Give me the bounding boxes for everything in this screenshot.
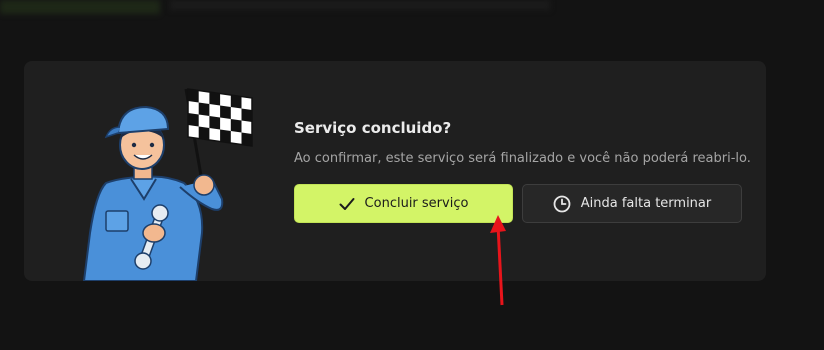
background-blur-element	[170, 0, 550, 10]
confirmation-dialog: Serviço concluido? Ao confirmar, este se…	[24, 61, 766, 281]
checkered-flag-icon	[187, 88, 253, 147]
confirm-service-label: Concluir serviço	[364, 196, 469, 211]
annotation-arrow-icon	[490, 215, 506, 306]
not-finished-button[interactable]: Ainda falta terminar	[522, 184, 742, 223]
background-blur-element	[0, 0, 160, 14]
dialog-description: Ao confirmar, este serviço será finaliza…	[294, 151, 751, 166]
not-finished-label: Ainda falta terminar	[580, 196, 712, 211]
mechanic-illustration	[82, 88, 253, 281]
clock-icon	[553, 195, 571, 213]
checkmark-icon	[339, 197, 355, 211]
dialog-title: Serviço concluido?	[294, 119, 452, 137]
